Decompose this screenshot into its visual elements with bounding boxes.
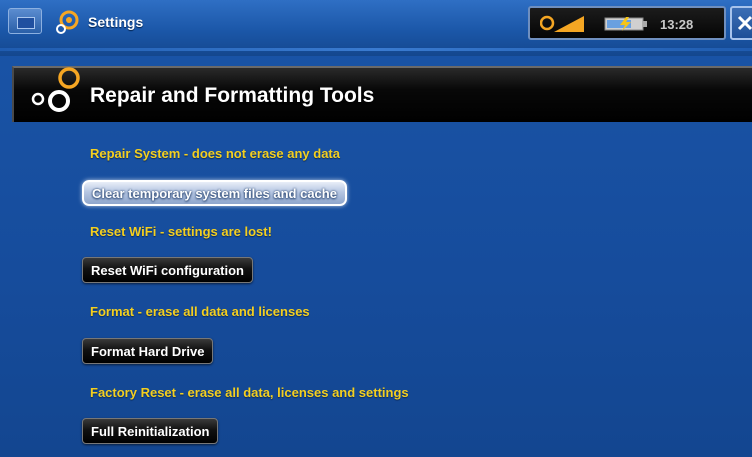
repair-system-description: Repair System - does not erase any data (90, 146, 340, 161)
factory-reset-description: Factory Reset - erase all data, licenses… (90, 385, 409, 400)
menu-icon[interactable] (8, 8, 42, 34)
reset-wifi-description: Reset WiFi - settings are lost! (90, 224, 272, 239)
settings-screen: Settings 13:28 Repair and Formatting Too… (0, 0, 752, 457)
full-reinitialization-button[interactable]: Full Reinitialization (82, 418, 219, 444)
format-description: Format - erase all data and licenses (90, 304, 310, 319)
status-bar: Settings 13:28 (0, 0, 752, 56)
battery-icon (604, 17, 647, 31)
section-title: Repair and Formatting Tools (90, 84, 375, 107)
close-button[interactable] (730, 6, 752, 40)
clear-temp-files-button[interactable]: Clear temporary system files and cache (82, 180, 347, 206)
close-icon (737, 15, 752, 31)
format-hard-drive-button[interactable]: Format Hard Drive (82, 338, 214, 364)
settings-gear-icon (56, 10, 79, 34)
app-title: Settings (88, 14, 144, 30)
gears-icon (31, 67, 80, 112)
signal-strength-icon (540, 15, 584, 32)
reset-wifi-button[interactable]: Reset WiFi configuration (82, 257, 253, 283)
status-indicators: 13:28 (528, 6, 726, 40)
clock: 13:28 (660, 17, 694, 32)
